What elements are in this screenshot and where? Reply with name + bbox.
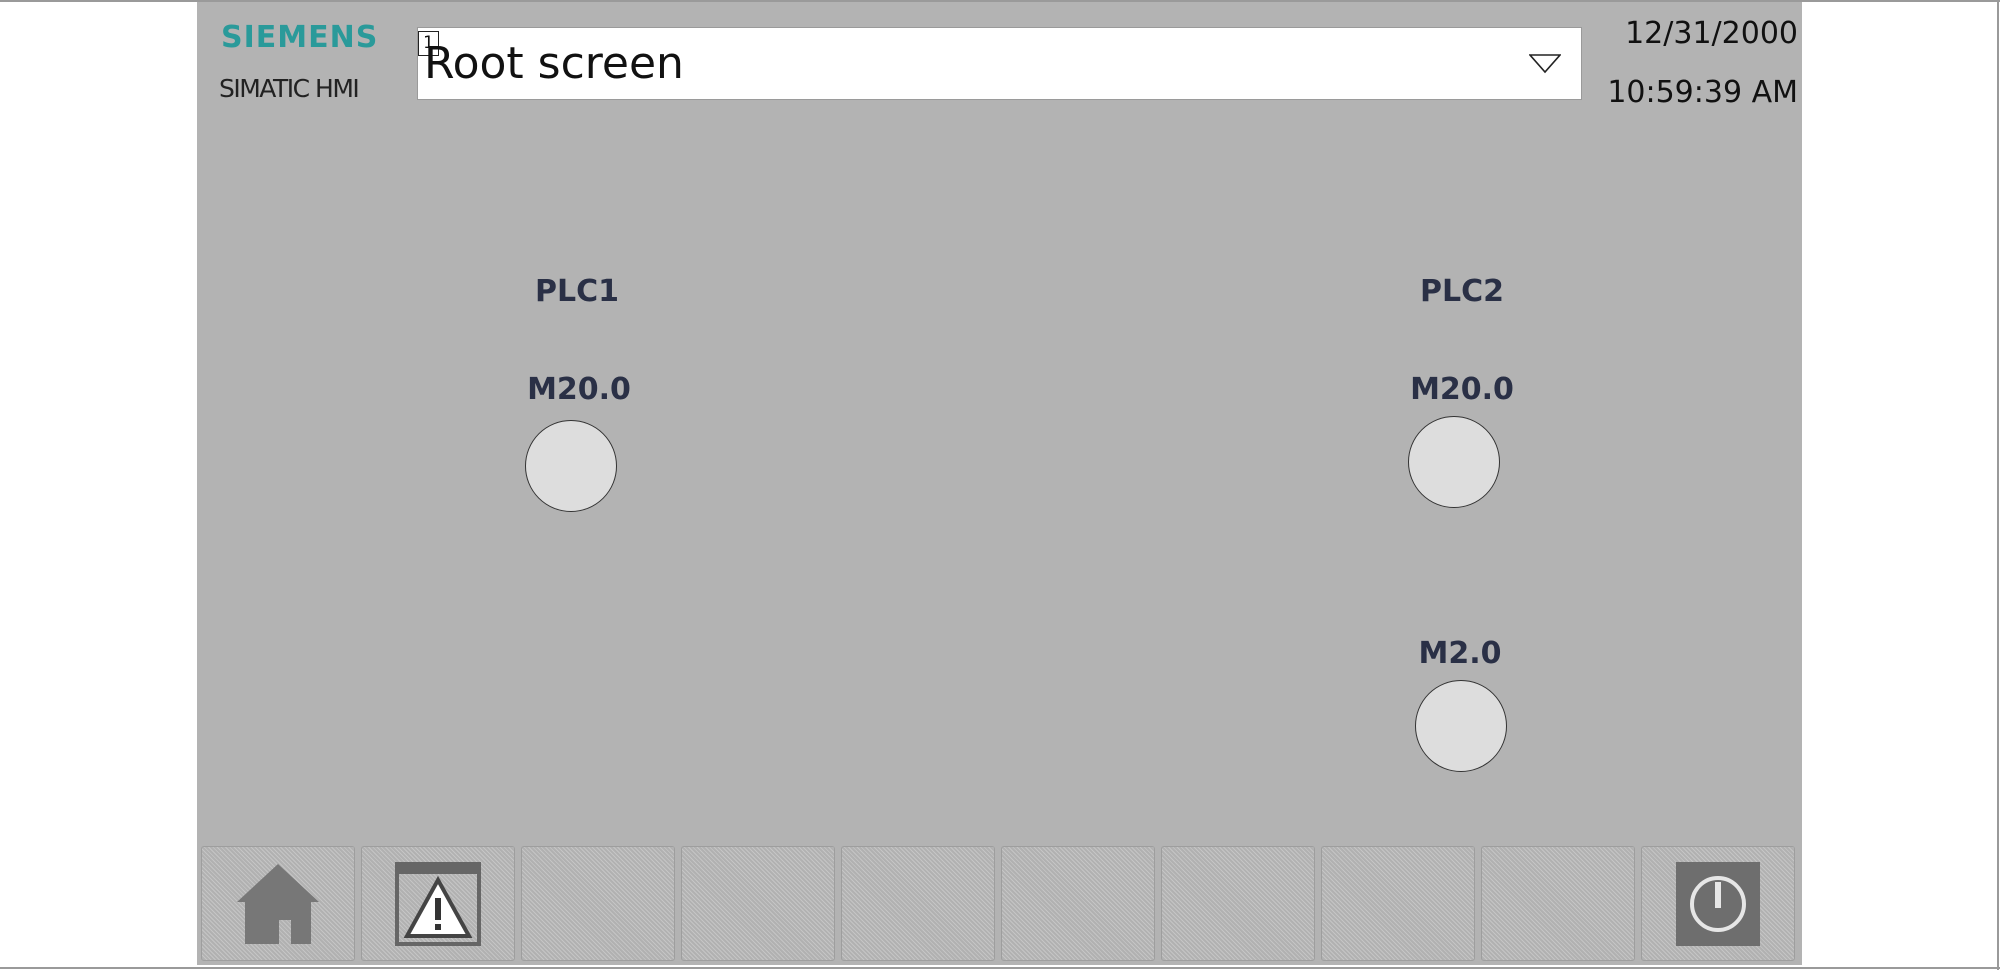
power-icon (1676, 861, 1760, 946)
plc1-m20-indicator (525, 420, 617, 512)
date-display: 12/31/2000 (1625, 16, 1798, 51)
chevron-down-icon (1529, 54, 1561, 74)
function-key-5[interactable] (841, 846, 995, 961)
function-key-7[interactable] (1161, 846, 1315, 961)
hmi-panel: SIEMENS SIMATIC HMI 1 Root screen 12/31/… (197, 2, 1802, 965)
product-name: SIMATIC HMI (219, 74, 360, 103)
function-key-6[interactable] (1001, 846, 1155, 961)
plc2-tag1-label: M20.0 (1410, 372, 1514, 407)
plc2-title: PLC2 (1420, 274, 1504, 309)
plc2-tag2-label: M2.0 (1418, 636, 1502, 671)
function-key-8[interactable] (1321, 846, 1475, 961)
power-button[interactable] (1641, 846, 1795, 961)
plc2-m2-indicator (1415, 680, 1507, 772)
alarm-button[interactable] (361, 846, 515, 961)
plc1-tag-label: M20.0 (527, 372, 631, 407)
home-icon (237, 863, 319, 944)
siemens-logo: SIEMENS (221, 20, 379, 55)
alarm-warning-icon (395, 861, 481, 946)
function-key-3[interactable] (521, 846, 675, 961)
function-key-toolbar (197, 846, 1802, 965)
frame-right-line (1997, 0, 1999, 970)
frame-bottom-line (0, 967, 2000, 969)
screen-name: Root screen (424, 38, 684, 89)
time-display: 10:59:39 AM (1607, 75, 1798, 110)
function-key-4[interactable] (681, 846, 835, 961)
screen-selector-dropdown[interactable]: 1 Root screen (417, 27, 1582, 100)
home-button[interactable] (201, 846, 355, 961)
plc1-title: PLC1 (535, 274, 619, 309)
function-key-9[interactable] (1481, 846, 1635, 961)
plc2-m20-indicator (1408, 416, 1500, 508)
